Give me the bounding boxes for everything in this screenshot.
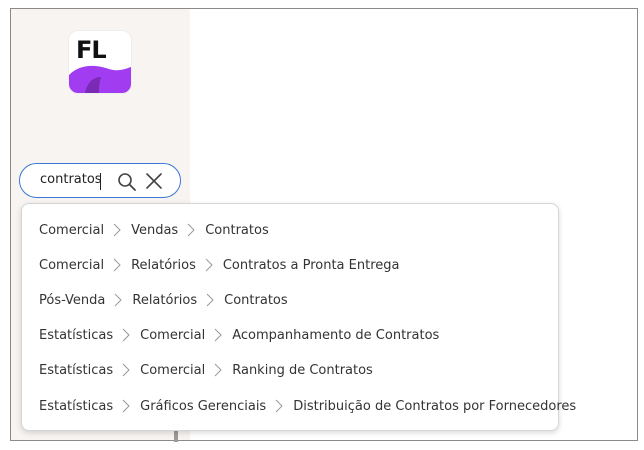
chevron-right-icon bbox=[113, 293, 123, 307]
chevron-right-icon bbox=[274, 399, 284, 413]
result-part: Comercial bbox=[39, 222, 105, 238]
chevron-right-icon bbox=[112, 258, 122, 272]
chevron-right-icon bbox=[121, 399, 131, 413]
chevron-right-icon bbox=[112, 223, 122, 237]
chevron-right-icon bbox=[204, 258, 214, 272]
scrollbar[interactable] bbox=[174, 430, 178, 442]
search-result-item[interactable]: Comercial Relatórios Contratos a Pronta … bbox=[22, 250, 558, 280]
result-part: Estatísticas bbox=[39, 398, 114, 414]
chevron-right-icon bbox=[121, 328, 131, 342]
search-results-dropdown: Comercial Vendas Contratos Comercial Rel… bbox=[21, 203, 576, 431]
result-part: Contratos bbox=[224, 292, 288, 308]
result-part: Pós-Venda bbox=[39, 292, 106, 308]
search-result-item[interactable]: Pós-Venda Relatórios Contratos bbox=[22, 285, 558, 315]
result-part: Comercial bbox=[140, 327, 206, 343]
close-icon[interactable] bbox=[145, 172, 163, 194]
text-caret bbox=[100, 173, 101, 190]
search-icon[interactable] bbox=[117, 172, 137, 196]
result-part: Gráficos Gerenciais bbox=[140, 398, 267, 414]
result-part: Vendas bbox=[131, 222, 179, 238]
search-result-item[interactable]: Estatísticas Comercial Ranking de Contra… bbox=[22, 355, 558, 385]
chevron-right-icon bbox=[205, 293, 215, 307]
result-part: Comercial bbox=[140, 362, 206, 378]
chevron-right-icon bbox=[121, 363, 131, 377]
search-result-item[interactable]: Estatísticas Gráficos Gerenciais Distrib… bbox=[22, 391, 576, 421]
result-part: Comercial bbox=[39, 257, 105, 273]
result-part: Contratos bbox=[205, 222, 269, 238]
chevron-right-icon bbox=[186, 223, 196, 237]
chevron-right-icon bbox=[213, 363, 223, 377]
result-part: Relatórios bbox=[132, 292, 198, 308]
result-part: Contratos a Pronta Entrega bbox=[222, 257, 400, 273]
result-part: Estatísticas bbox=[39, 362, 114, 378]
result-part: Estatísticas bbox=[39, 327, 114, 343]
search-value: contratos bbox=[40, 172, 102, 187]
result-part: Distribuição de Contratos por Fornecedor… bbox=[293, 398, 577, 414]
app-logo: FL bbox=[69, 31, 131, 93]
search-result-item[interactable]: Estatísticas Comercial Acompanhamento de… bbox=[22, 320, 558, 350]
search-input[interactable]: contratos bbox=[19, 163, 181, 198]
result-part: Relatórios bbox=[131, 257, 196, 273]
search-result-item[interactable]: Comercial Vendas Contratos bbox=[22, 215, 558, 245]
result-part: Acompanhamento de Contratos bbox=[232, 327, 440, 343]
logo-text: FL bbox=[76, 36, 107, 64]
result-part: Ranking de Contratos bbox=[232, 362, 373, 378]
chevron-right-icon bbox=[213, 328, 223, 342]
